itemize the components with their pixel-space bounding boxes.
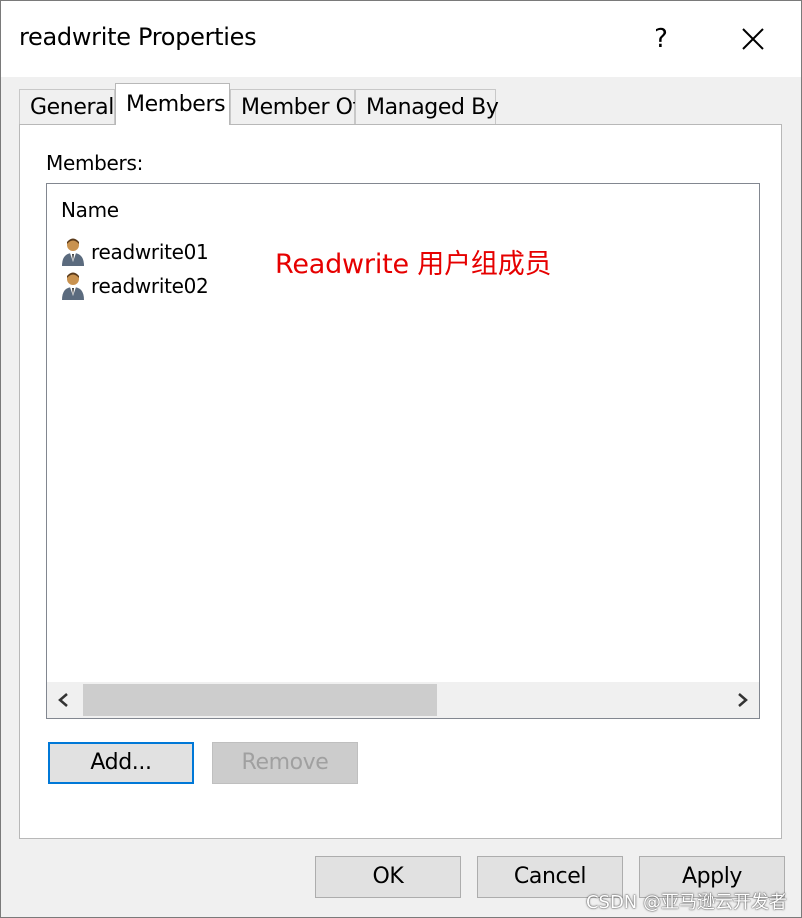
properties-dialog: readwrite Properties ? General Members M… bbox=[0, 0, 802, 918]
remove-member-button[interactable]: Remove bbox=[212, 742, 358, 784]
add-member-button[interactable]: Add... bbox=[48, 742, 194, 784]
chevron-right-icon bbox=[738, 693, 748, 707]
column-header-name[interactable]: Name bbox=[61, 198, 119, 222]
scroll-left-button[interactable] bbox=[47, 682, 81, 718]
scroll-right-button[interactable] bbox=[725, 682, 759, 718]
members-tab-panel: Members: Name readwrite01 readwrite02 Re… bbox=[19, 124, 782, 839]
members-list[interactable]: Name readwrite01 readwrite02 Readwrite 用… bbox=[46, 183, 760, 719]
help-button[interactable]: ? bbox=[641, 19, 681, 59]
dialog-title: readwrite Properties bbox=[19, 23, 257, 51]
tab-strip: General Members Member Of Managed By bbox=[19, 83, 779, 125]
watermark: CSDN @亚马逊云开发者 bbox=[585, 892, 787, 913]
user-icon bbox=[62, 238, 84, 266]
ok-button[interactable]: OK bbox=[315, 856, 461, 898]
scrollbar-thumb[interactable] bbox=[83, 684, 437, 716]
chevron-left-icon bbox=[58, 693, 68, 707]
list-item-readwrite02[interactable]: readwrite02 bbox=[61, 270, 209, 302]
title-bar: readwrite Properties ? bbox=[1, 1, 801, 77]
user-icon bbox=[62, 272, 84, 300]
members-label: Members: bbox=[46, 151, 144, 175]
tab-members[interactable]: Members bbox=[115, 83, 230, 125]
horizontal-scrollbar[interactable] bbox=[47, 682, 759, 718]
member-name: readwrite01 bbox=[91, 240, 209, 264]
close-icon bbox=[742, 28, 764, 50]
list-item-readwrite01[interactable]: readwrite01 bbox=[61, 236, 209, 268]
annotation-text: Readwrite 用户组成员 bbox=[275, 249, 552, 280]
tab-general[interactable]: General bbox=[19, 89, 115, 125]
close-button[interactable] bbox=[733, 19, 773, 59]
member-name: readwrite02 bbox=[91, 274, 209, 298]
tab-managed-by[interactable]: Managed By bbox=[355, 89, 499, 125]
tab-member-of[interactable]: Member Of bbox=[230, 89, 360, 125]
